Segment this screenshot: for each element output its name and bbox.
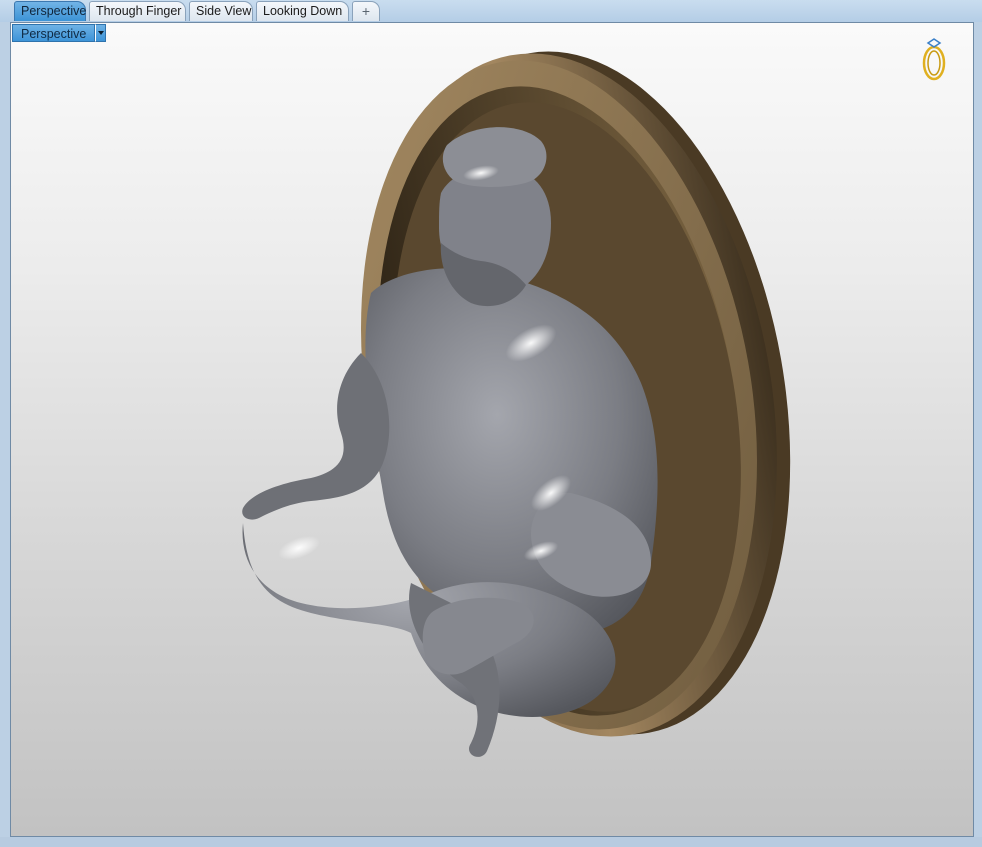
perspective-viewport[interactable]: Perspective	[10, 22, 974, 837]
chevron-down-icon[interactable]	[95, 24, 107, 42]
right-border	[974, 22, 982, 837]
left-border	[0, 22, 10, 837]
application-frame: Perspective Through Finger Side View Loo…	[0, 0, 982, 847]
viewport-title-bar: Perspective	[12, 24, 107, 42]
add-tab-button[interactable]: +	[352, 1, 380, 21]
ring-icon[interactable]	[917, 35, 951, 83]
viewport-tab-strip: Perspective Through Finger Side View Loo…	[0, 0, 982, 23]
bottom-border	[0, 837, 982, 847]
tab-perspective[interactable]: Perspective	[14, 1, 86, 21]
scene-render	[242, 51, 791, 757]
viewport-title[interactable]: Perspective	[12, 24, 96, 42]
tab-side-view[interactable]: Side View	[189, 1, 253, 21]
tab-through-finger[interactable]: Through Finger	[89, 1, 186, 21]
tab-looking-down[interactable]: Looking Down	[256, 1, 349, 21]
